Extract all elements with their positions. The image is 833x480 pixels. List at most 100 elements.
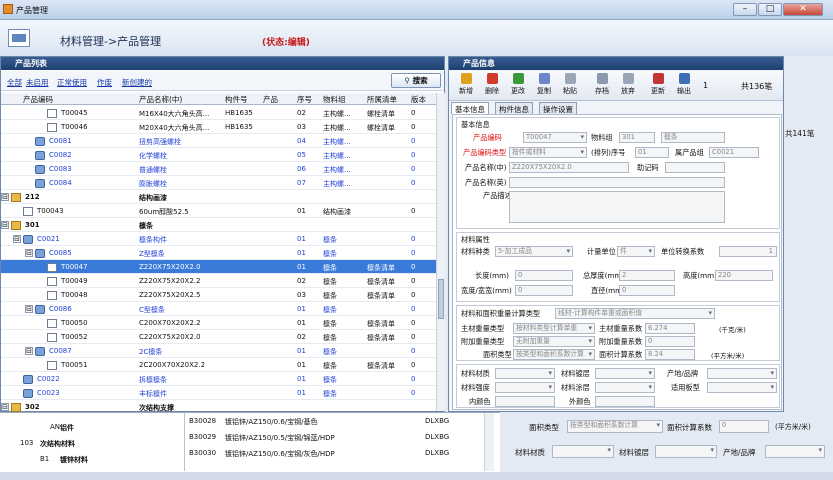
product-code-select[interactable]: T00047: [523, 132, 587, 143]
strength-select[interactable]: [495, 382, 555, 393]
table-row[interactable]: T00048 Z220X75X20X2.5 03 檩条 檩条清单 0: [1, 288, 436, 302]
filter-disabled[interactable]: 未启用: [26, 77, 49, 88]
expand-toggle[interactable]: ⊟: [1, 193, 9, 201]
tab-part-info[interactable]: 构件信息: [495, 102, 533, 114]
table-row[interactable]: C0023 丰标檩件 01 檩条 0: [1, 386, 436, 400]
tab-operation-settings[interactable]: 操作设置: [539, 102, 577, 114]
archive-button[interactable]: 存档: [589, 73, 615, 96]
minimize-button[interactable]: –: [733, 3, 757, 16]
expand-toggle[interactable]: ⊟: [25, 249, 33, 257]
add-weight-coef-input[interactable]: 0: [645, 336, 695, 347]
table-row[interactable]: T00043 60um醇酸52.5 01 结构画漆 0: [1, 204, 436, 218]
board-type-select[interactable]: [707, 382, 777, 393]
height-input[interactable]: 220: [715, 270, 773, 281]
expand-toggle[interactable]: ⊟: [25, 305, 33, 313]
material-select[interactable]: [495, 368, 555, 379]
outer-color-input[interactable]: [595, 396, 655, 407]
row-seq: 01: [297, 235, 306, 243]
col-seq[interactable]: 序号: [297, 94, 312, 105]
unit-select[interactable]: 件: [617, 246, 655, 257]
table-row[interactable]: ⊟ 301 檩条: [1, 218, 436, 232]
col-code[interactable]: 产品编码: [23, 94, 53, 105]
col-product[interactable]: 产品: [263, 94, 278, 105]
refresh-button[interactable]: 更新: [645, 73, 671, 96]
table-row[interactable]: T00052 C220X75X20X2.0 02 檩条 檩条清单 0: [1, 330, 436, 344]
expand-toggle[interactable]: ⊟: [1, 221, 9, 229]
thickness-input[interactable]: 2: [619, 270, 675, 281]
width-input[interactable]: 0: [515, 285, 573, 296]
search-button[interactable]: ⚲ 搜索: [391, 73, 441, 88]
table-row[interactable]: T00046 M20X40大六角头高... HB1635 03 主构螺... 螺栓清单 0: [1, 120, 436, 134]
vertical-scrollbar[interactable]: [436, 93, 445, 411]
col-part[interactable]: 构件号: [225, 94, 248, 105]
expand-toggle[interactable]: ⊟: [1, 403, 9, 411]
maximize-button[interactable]: □: [758, 3, 782, 16]
filter-all[interactable]: 全部: [7, 77, 22, 88]
area-coef-input[interactable]: 8.24: [645, 349, 695, 360]
table-row[interactable]: ⊟ 212 结构画漆: [1, 190, 436, 204]
expand-toggle[interactable]: ⊟: [25, 347, 33, 355]
table-row[interactable]: C0083 普通螺栓 06 主构螺... 0: [1, 162, 436, 176]
sequence-input[interactable]: 01: [635, 147, 669, 158]
table-row[interactable]: T00045 M16X40大六角头高... HB1635 02 主构螺... 螺栓清单 0: [1, 106, 436, 120]
table-row[interactable]: T00051 2C200X70X20X2.2 01 檩条 檩条清单 0: [1, 358, 436, 372]
origin-select[interactable]: [707, 368, 777, 379]
col-group[interactable]: 物料组: [323, 94, 346, 105]
main-weight-type-select[interactable]: 按材料类型计算单重: [513, 323, 595, 334]
new-button[interactable]: 新增: [453, 73, 479, 96]
description-textarea[interactable]: [509, 191, 725, 223]
main-weight-coef-input[interactable]: 6.274: [645, 323, 695, 334]
coating-select[interactable]: [595, 382, 655, 393]
discard-button[interactable]: 放弃: [615, 73, 641, 96]
delete-button[interactable]: 删除: [479, 73, 505, 96]
table-row[interactable]: C0081 扭剪高强螺栓 04 主构螺... 0: [1, 134, 436, 148]
table-row[interactable]: ⊟ C0087 2C檩条 01 檩条 0: [1, 344, 436, 358]
filter-new[interactable]: 新创建的: [122, 77, 152, 88]
mnemonic-input[interactable]: [665, 162, 725, 173]
table-row[interactable]: T00047 Z220X75X20X2.0 01 檩条 檩条清单 0: [1, 260, 436, 274]
table-row[interactable]: ⊟ C0085 Z型檩条 01 檩条 0: [1, 246, 436, 260]
edit-button[interactable]: 更改: [505, 73, 531, 96]
table-row[interactable]: ⊟ 302 次结构支撑: [1, 400, 436, 412]
code-type-select[interactable]: 按件或材料: [509, 147, 587, 158]
export-button[interactable]: 输出: [671, 73, 697, 96]
bg-material-select[interactable]: [552, 445, 614, 458]
scroll-thumb[interactable]: [438, 279, 444, 319]
name-cn-input[interactable]: Z220X75X20X2.0: [509, 162, 629, 173]
col-version[interactable]: 版本: [411, 94, 426, 105]
bg-area-type-select[interactable]: 按类型和面积系数计算: [567, 420, 663, 433]
table-row[interactable]: C0022 拆檩檩条 01 檩条 0: [1, 372, 436, 386]
table-row[interactable]: C0084 膨胀螺栓 07 主构螺... 0: [1, 176, 436, 190]
paste-button[interactable]: 粘贴: [557, 73, 583, 96]
filter-active[interactable]: 正常使用: [57, 77, 87, 88]
area-type-select[interactable]: 按类型和面积系数计算: [513, 349, 595, 360]
expand-toggle[interactable]: ⊟: [13, 235, 21, 243]
material-kind-select[interactable]: 5-加工成品: [495, 246, 573, 257]
bg-origin-select[interactable]: [765, 445, 825, 458]
table-row[interactable]: C0082 化学螺栓 05 主构螺... 0: [1, 148, 436, 162]
bg-plate-select[interactable]: [655, 445, 717, 458]
product-group-input[interactable]: C0021: [709, 147, 759, 158]
inner-color-input[interactable]: [495, 396, 555, 407]
table-row[interactable]: T00049 Z220X75X20X2.2 02 檩条 檩条清单 0: [1, 274, 436, 288]
length-input[interactable]: 0: [515, 270, 573, 281]
filter-void[interactable]: 作废: [97, 77, 112, 88]
plate-select[interactable]: [595, 368, 655, 379]
add-weight-type-select[interactable]: 无附加重量: [513, 336, 595, 347]
diameter-input[interactable]: 0: [619, 285, 675, 296]
table-row[interactable]: ⊟ C0021 檩条构件 01 檩条 0: [1, 232, 436, 246]
col-list[interactable]: 所属清单: [367, 94, 397, 105]
tab-basic-info[interactable]: 基本信息: [451, 102, 489, 114]
col-name[interactable]: 产品名称(中): [139, 94, 182, 105]
material-group-code[interactable]: 301: [619, 132, 655, 143]
name-en-input[interactable]: [509, 177, 725, 188]
copy-button[interactable]: 复制: [531, 73, 557, 96]
weight-calc-select[interactable]: 线材-计算构件单重或面积值: [555, 308, 715, 319]
material-group-name[interactable]: 檩条: [661, 132, 725, 143]
table-row[interactable]: ⊟ C0086 C型檩条 01 檩条 0: [1, 302, 436, 316]
table-row[interactable]: T00050 C200X70X20X2.2 01 檩条 檩条清单 0: [1, 316, 436, 330]
close-button[interactable]: ✕: [783, 3, 823, 16]
conversion-input[interactable]: 1: [719, 246, 777, 257]
bottom-scrollbar[interactable]: [484, 413, 494, 471]
bg-area-coef-input[interactable]: 0: [719, 420, 769, 433]
